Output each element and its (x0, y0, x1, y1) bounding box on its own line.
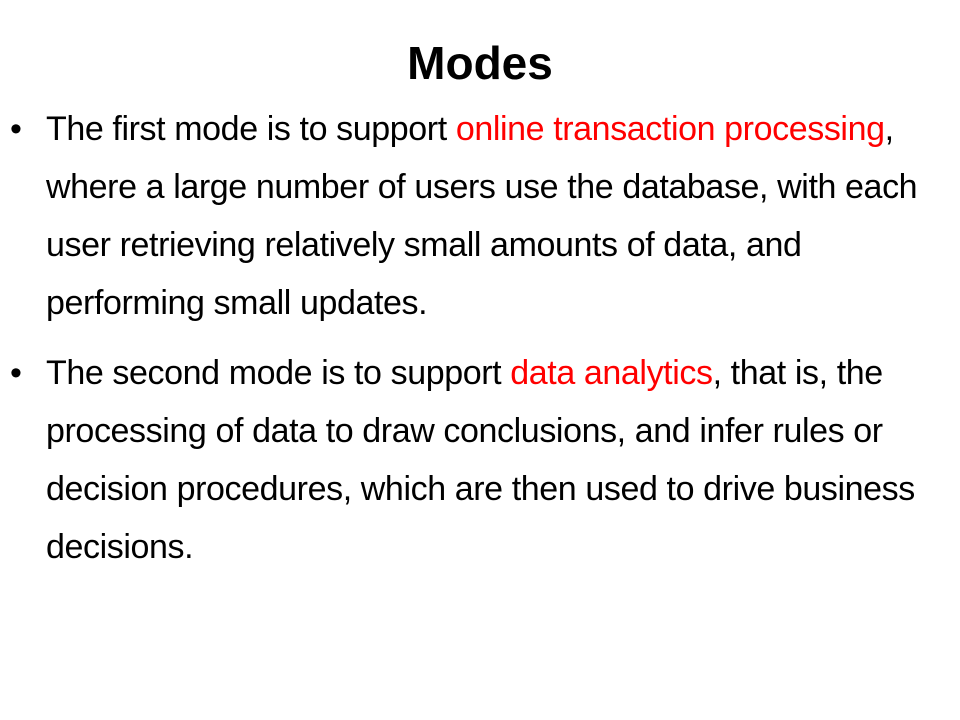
bullet-item-data-analytics: • The second mode is to support data anal… (0, 344, 960, 576)
bullet-icon: • (10, 354, 22, 392)
bullet-icon: • (10, 110, 22, 148)
bullet-text-before: The first mode is to support (46, 110, 456, 148)
slide-title: Modes (407, 37, 553, 89)
bullet-item-online-transaction-processing: • The first mode is to support online tra… (0, 100, 960, 332)
bullet-highlight-term: data analytics (510, 354, 713, 392)
bullet-highlight-term: online transaction processing (455, 110, 885, 148)
slide: Modes • The first mode is to support onli… (0, 0, 960, 720)
bullet-text-before: The second mode is to support (46, 354, 511, 392)
bullet-list: • The first mode is to support online tra… (0, 100, 960, 576)
